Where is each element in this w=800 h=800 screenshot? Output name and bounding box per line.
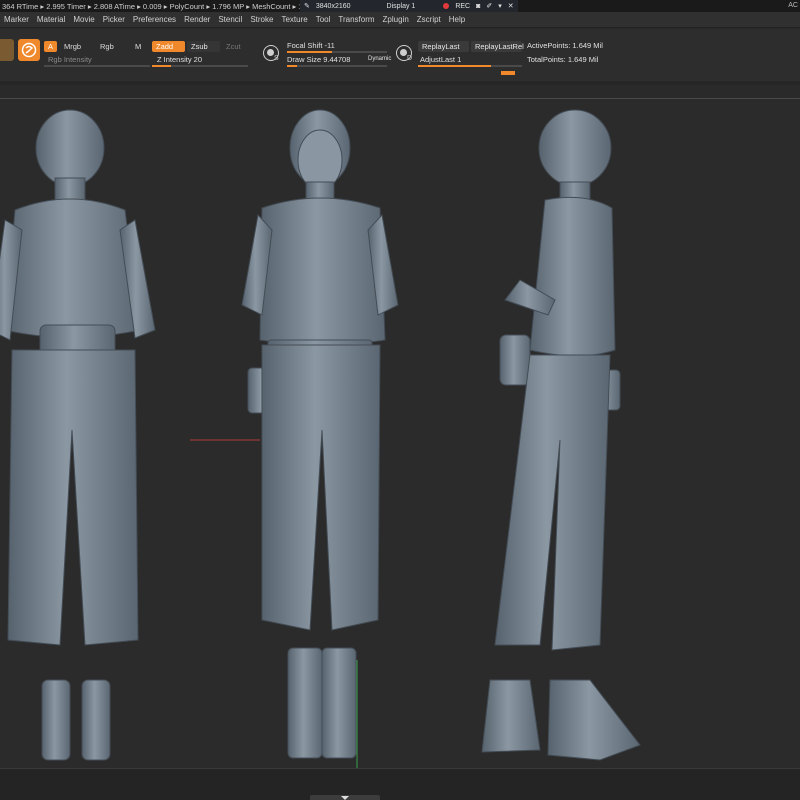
menu-bar: Marker Material Movie Picker Preferences… [0,12,800,28]
chevron-down-icon [341,796,349,800]
draw-size-slider[interactable]: Draw Size 9.44708 [287,55,350,64]
d-letter: D [407,55,413,62]
menu-material[interactable]: Material [33,12,69,28]
a-button[interactable]: A [44,41,58,52]
focal-shift-track[interactable] [287,51,387,53]
menu-movie[interactable]: Movie [69,12,98,28]
menu-stroke[interactable]: Stroke [246,12,277,28]
shelf-gap [0,85,800,99]
adjust-marker [501,71,515,75]
menu-transform[interactable]: Transform [334,12,378,28]
figure-side-view [481,109,641,761]
total-points-readout: TotalPoints: 1.649 Mil [527,55,599,64]
edit-icon[interactable]: ✐ [486,2,492,10]
rgb-button[interactable]: Rgb [96,41,118,52]
menu-marker[interactable]: Marker [0,12,33,28]
menu-tool[interactable]: Tool [312,12,335,28]
adjust-last-slider[interactable]: AdjustLast 1 [420,55,461,64]
camera-icon[interactable]: ◙ [476,3,480,10]
menu-stencil[interactable]: Stencil [214,12,246,28]
z-intensity-fill [152,65,172,67]
record-icon[interactable] [443,3,450,9]
mrgb-button[interactable]: Mrgb [60,41,85,52]
figure-back-view [0,109,156,761]
menu-help[interactable]: Help [445,12,469,28]
menu-zplugin[interactable]: Zplugin [379,12,413,28]
rgb-intensity-slider[interactable]: Rgb Intensity [48,55,92,64]
display-select[interactable]: Display 1 [387,3,416,10]
zadd-button[interactable]: Zadd [152,41,185,52]
canvas-viewport[interactable] [0,100,800,768]
s-letter: S [274,55,279,62]
replay-last-rel-button[interactable]: ReplayLastRel [471,41,524,52]
record-label[interactable]: REC [455,3,470,10]
draw-size-fill [287,65,297,67]
sculpt-canvas [0,109,641,768]
menu-zscript[interactable]: Zscript [413,12,445,28]
status-tail: AC [788,2,798,9]
rgb-intensity-track[interactable] [44,65,150,67]
menu-render[interactable]: Render [180,12,214,28]
figure-front-view [241,109,399,759]
performance-metrics: 364 RTime ▸ 2.995 Timer ▸ 2.808 ATime ▸ … [2,1,321,11]
replay-last-button[interactable]: ReplayLast [418,41,469,52]
z-intensity-track[interactable] [152,65,248,67]
capture-toolbar: ✎ 3840x2160 Display 1 REC ◙ ✐ ▾ ✕ [300,0,518,12]
focal-shift-slider[interactable]: Focal Shift -11 [287,41,335,50]
bottom-shelf [0,768,800,800]
adjust-last-fill [418,65,491,67]
draw-size-track[interactable] [287,65,387,67]
menu-preferences[interactable]: Preferences [129,12,180,28]
pin-icon[interactable]: ✎ [304,2,310,10]
status-bar: 364 RTime ▸ 2.995 Timer ▸ 2.808 ATime ▸ … [0,0,800,12]
draw-mode-icon[interactable] [18,39,40,61]
menu-picker[interactable]: Picker [99,12,129,28]
m-button[interactable]: M [131,41,145,52]
zsub-button[interactable]: Zsub [187,41,220,52]
menu-texture[interactable]: Texture [277,12,311,28]
collapse-tab[interactable] [310,795,380,800]
focal-shift-fill [287,51,332,53]
resolution-label: 3840x2160 [315,2,351,10]
material-swatch[interactable] [0,39,14,61]
active-points-readout: ActivePoints: 1.649 Mil [527,41,603,50]
z-intensity-slider[interactable]: Z Intensity 20 [157,55,202,64]
close-icon[interactable]: ✕ [508,2,514,10]
adjust-last-track[interactable] [418,65,522,67]
chevron-down-icon[interactable]: ▾ [498,2,502,10]
tool-shelf: A Mrgb Rgb M Rgb Intensity Zadd Zsub Zcu… [0,29,800,81]
zcut-button[interactable]: Zcut [222,41,245,52]
dynamic-toggle[interactable]: Dynamic [368,56,391,62]
